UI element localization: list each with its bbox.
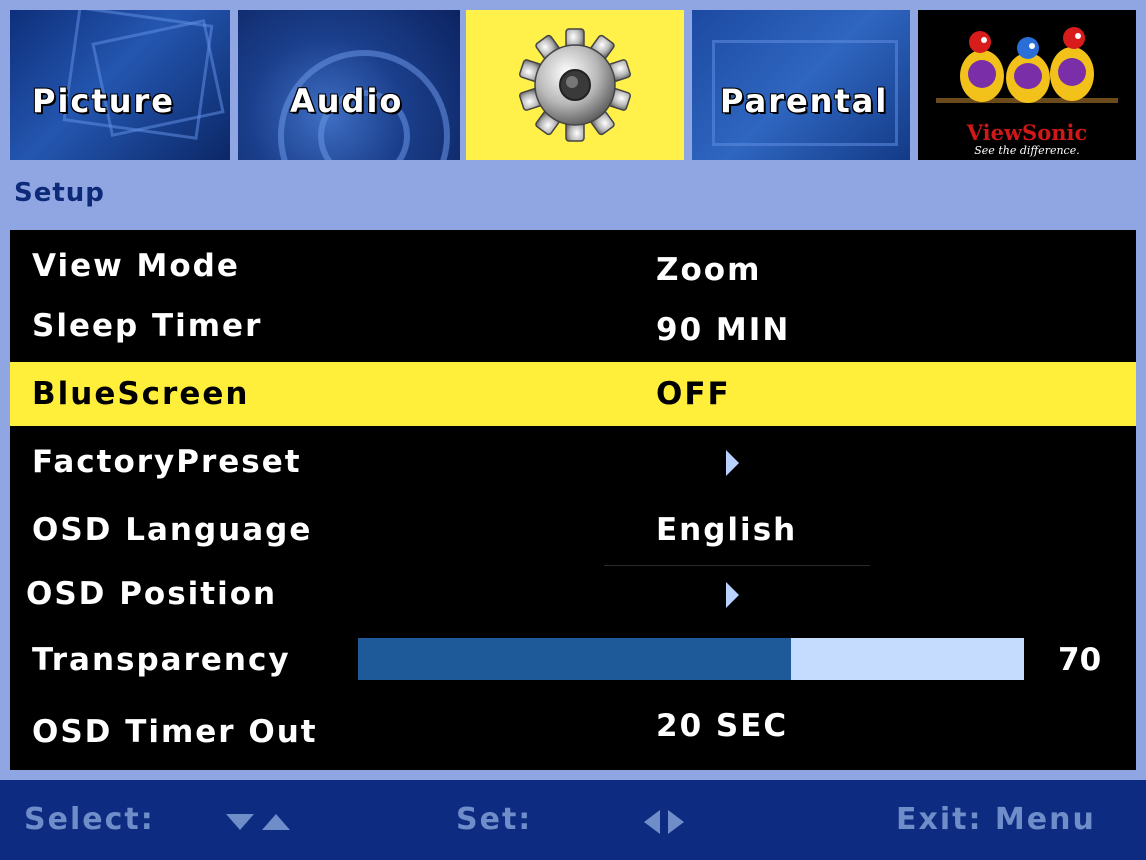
transparency-slider[interactable] [358,638,1024,680]
left-right-arrows-icon [644,810,684,834]
tab-parental[interactable]: Parental [692,10,910,160]
brand-logo: ViewSonic See the difference. [918,10,1136,160]
bluescreen-label: BlueScreen [32,376,250,412]
section-title: Setup [14,178,105,208]
footer-hints: Select: Set: Exit: Menu [0,780,1146,860]
setup-menu: View Mode Zoom Sleep Timer 90 MIN BlueSc… [10,230,1136,770]
select-hint: Select: [24,802,155,837]
tab-picture-label: Picture [32,82,175,120]
brand-name: ViewSonic [966,120,1088,145]
menu-row-osd-language[interactable]: OSD Language English [10,498,1136,562]
osd-language-value: English [656,512,798,548]
transparency-value: 70 [1058,642,1102,678]
menu-row-sleep-timer[interactable]: Sleep Timer 90 MIN [10,294,1136,358]
tab-audio[interactable]: Audio [238,10,460,160]
transparency-slider-fill [358,638,791,680]
factory-preset-label: FactoryPreset [32,444,302,480]
menu-row-osd-position[interactable]: OSD Position [10,562,1136,626]
gear-icon [518,28,632,142]
transparency-label: Transparency [32,642,291,678]
bluescreen-value: OFF [656,376,731,412]
osd-timer-out-value: 20 SEC [656,708,789,744]
osd-position-label: OSD Position [26,576,278,612]
osd-timer-out-label: OSD Timer Out [32,714,318,750]
parrots-logo-icon [936,27,1118,103]
tab-bar: Picture Audio Parental ViewSonic See the… [0,0,1146,172]
sleep-timer-value: 90 MIN [656,312,791,348]
view-mode-value: Zoom [656,252,762,288]
menu-row-factory-preset[interactable]: FactoryPreset [10,430,1136,494]
osd-menu: Picture Audio Parental ViewSonic See the… [0,0,1146,860]
menu-row-transparency[interactable]: Transparency 70 [10,628,1136,692]
brand-tagline: See the difference. [974,144,1080,157]
up-down-arrows-icon [226,814,290,830]
tab-picture[interactable]: Picture [10,10,230,160]
tab-audio-label: Audio [290,82,404,120]
menu-row-bluescreen[interactable]: BlueScreen OFF [10,362,1136,426]
tab-setup[interactable] [466,10,684,160]
set-hint: Set: [456,802,533,837]
view-mode-label: View Mode [32,248,240,284]
menu-row-osd-timer-out[interactable]: OSD Timer Out 20 SEC [10,696,1136,760]
menu-row-view-mode[interactable]: View Mode Zoom [10,234,1136,298]
arrow-right-icon[interactable] [726,582,739,608]
picture-frame-decoration [62,10,214,140]
arrow-right-icon[interactable] [726,450,739,476]
osd-language-label: OSD Language [32,512,313,548]
sleep-timer-label: Sleep Timer [32,308,263,344]
exit-hint: Exit: Menu [896,802,1096,837]
tab-parental-label: Parental [720,82,889,120]
